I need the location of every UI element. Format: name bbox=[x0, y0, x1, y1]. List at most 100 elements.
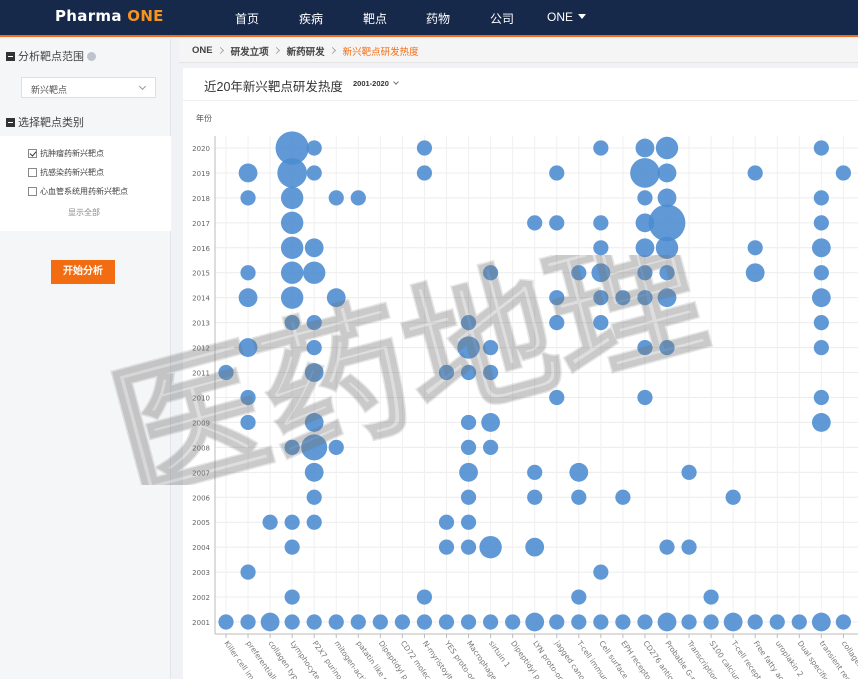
bubble-point[interactable] bbox=[306, 165, 322, 181]
bubble-point[interactable] bbox=[571, 489, 587, 505]
bubble-point[interactable] bbox=[280, 236, 304, 259]
bubble-point[interactable] bbox=[747, 165, 763, 181]
bubble-point[interactable] bbox=[459, 462, 478, 482]
bubble-point[interactable] bbox=[457, 336, 480, 359]
bubble-point[interactable] bbox=[659, 539, 675, 555]
bubble-point[interactable] bbox=[218, 614, 234, 630]
bubble-point[interactable] bbox=[703, 614, 719, 630]
bubble-point[interactable] bbox=[703, 589, 719, 605]
bubble-point[interactable] bbox=[416, 589, 433, 605]
bubble-point[interactable] bbox=[438, 614, 455, 630]
bubble-point[interactable] bbox=[238, 288, 258, 308]
bubble-point[interactable] bbox=[525, 612, 545, 632]
bubble-point[interactable] bbox=[460, 539, 477, 555]
bubble-point[interactable] bbox=[593, 140, 609, 156]
bubble-point[interactable] bbox=[280, 286, 304, 309]
bubble-point[interactable] bbox=[328, 614, 344, 630]
bubble-point[interactable] bbox=[275, 131, 309, 165]
bubble-point[interactable] bbox=[328, 439, 344, 455]
bubble-point[interactable] bbox=[438, 539, 455, 555]
bubble-point[interactable] bbox=[284, 589, 300, 605]
bubble-point[interactable] bbox=[571, 614, 587, 630]
bubble-point[interactable] bbox=[483, 265, 499, 281]
bubble-point[interactable] bbox=[527, 464, 543, 480]
bubble-point[interactable] bbox=[416, 614, 433, 630]
bubble-point[interactable] bbox=[723, 612, 743, 632]
bubble-point[interactable] bbox=[280, 261, 304, 284]
bubble-point[interactable] bbox=[306, 140, 322, 156]
bubble-point[interactable] bbox=[813, 315, 829, 331]
bubble-point[interactable] bbox=[593, 564, 609, 580]
bubble-point[interactable] bbox=[284, 614, 300, 630]
bubble-point[interactable] bbox=[659, 265, 675, 281]
bubble-point[interactable] bbox=[460, 414, 477, 431]
bubble-point[interactable] bbox=[303, 261, 326, 284]
bubble-point[interactable] bbox=[745, 263, 765, 283]
bubble-point[interactable] bbox=[813, 339, 829, 356]
bubble-point[interactable] bbox=[593, 215, 609, 231]
bubble-point[interactable] bbox=[240, 265, 256, 281]
bubble-point[interactable] bbox=[481, 413, 500, 432]
bubble-point[interactable] bbox=[811, 238, 831, 258]
bubble-point[interactable] bbox=[549, 315, 565, 331]
bubble-point[interactable] bbox=[591, 263, 611, 283]
bubble-point[interactable] bbox=[306, 315, 322, 331]
bubble-point[interactable] bbox=[240, 389, 256, 406]
bubble-point[interactable] bbox=[218, 364, 234, 381]
bubble-point[interactable] bbox=[284, 514, 300, 530]
bubble-point[interactable] bbox=[791, 614, 807, 630]
bubble-point[interactable] bbox=[648, 204, 686, 242]
bubble-point[interactable] bbox=[637, 290, 653, 306]
bubble-point[interactable] bbox=[280, 186, 304, 210]
bubble-point[interactable] bbox=[725, 489, 741, 505]
bubble-point[interactable] bbox=[615, 489, 631, 505]
bubble-point[interactable] bbox=[747, 614, 763, 630]
bubble-point[interactable] bbox=[240, 414, 256, 431]
bubble-point[interactable] bbox=[306, 339, 322, 356]
bubble-point[interactable] bbox=[630, 158, 660, 188]
bubble-point[interactable] bbox=[238, 338, 258, 357]
bubble-point[interactable] bbox=[350, 614, 366, 630]
bubble-point[interactable] bbox=[593, 614, 609, 630]
bubble-point[interactable] bbox=[835, 614, 852, 630]
bubble-point[interactable] bbox=[549, 290, 565, 306]
bubble-point[interactable] bbox=[637, 339, 653, 356]
bubble-point[interactable] bbox=[635, 238, 655, 258]
bubble-point[interactable] bbox=[813, 215, 829, 231]
bubble-point[interactable] bbox=[549, 614, 565, 630]
bubble-point[interactable] bbox=[416, 165, 433, 181]
bubble-point[interactable] bbox=[304, 363, 324, 382]
bubble-point[interactable] bbox=[350, 190, 366, 206]
bubble-point[interactable] bbox=[326, 288, 346, 308]
bubble-point[interactable] bbox=[460, 514, 477, 530]
bubble-point[interactable] bbox=[571, 589, 587, 605]
bubble-point[interactable] bbox=[460, 439, 477, 455]
bubble-point[interactable] bbox=[438, 514, 455, 530]
bubble-point[interactable] bbox=[811, 612, 831, 632]
bubble-point[interactable] bbox=[811, 288, 831, 308]
bubble-point[interactable] bbox=[615, 614, 631, 630]
bubble-point[interactable] bbox=[260, 612, 280, 632]
bubble-point[interactable] bbox=[659, 339, 675, 356]
bubble-point[interactable] bbox=[637, 389, 653, 406]
bubble-point[interactable] bbox=[306, 614, 322, 630]
bubble-point[interactable] bbox=[479, 535, 502, 559]
bubble-point[interactable] bbox=[483, 439, 499, 455]
bubble-point[interactable] bbox=[460, 489, 477, 505]
bubble-point[interactable] bbox=[593, 290, 609, 306]
bubble-point[interactable] bbox=[593, 240, 609, 256]
bubble-point[interactable] bbox=[372, 614, 388, 630]
bubble-point[interactable] bbox=[549, 389, 565, 406]
bubble-point[interactable] bbox=[681, 464, 697, 480]
bubble-point[interactable] bbox=[813, 190, 829, 206]
bubble-point[interactable] bbox=[240, 614, 256, 630]
bubble-point[interactable] bbox=[813, 265, 829, 281]
bubble-point[interactable] bbox=[813, 140, 829, 156]
bubble-point[interactable] bbox=[681, 614, 697, 630]
bubble-point[interactable] bbox=[657, 612, 677, 632]
bubble-point[interactable] bbox=[681, 539, 697, 555]
bubble-point[interactable] bbox=[811, 413, 831, 432]
bubble-point[interactable] bbox=[304, 462, 324, 482]
bubble-point[interactable] bbox=[527, 489, 543, 505]
bubble-point[interactable] bbox=[637, 265, 653, 281]
